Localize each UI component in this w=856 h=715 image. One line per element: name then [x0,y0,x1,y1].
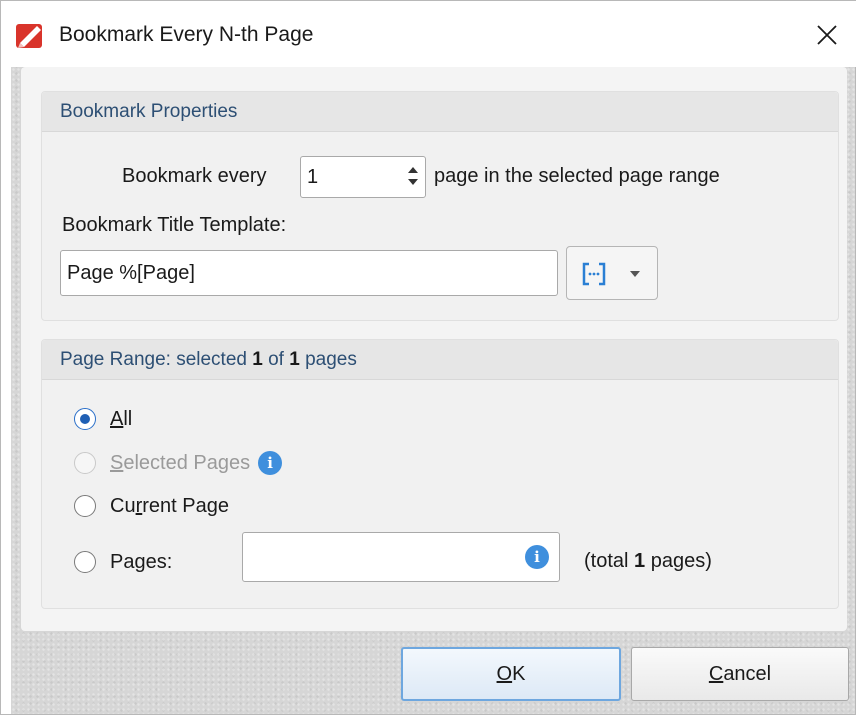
radio-current-page-indicator[interactable] [74,495,96,517]
radio-pages-indicator[interactable] [74,551,96,573]
bookmark-every-spinbox[interactable]: 1 [300,156,426,198]
dialog-client-area: Bookmark Properties Bookmark every 1 pag… [11,67,855,714]
radio-current-page[interactable]: Current Page [74,493,229,519]
spin-arrows-icon[interactable] [407,165,419,187]
title-template-value: Page %[Page] [67,262,195,284]
pdf-editor-icon [15,21,45,49]
radio-selected-pages-indicator [74,452,96,474]
page-range-header-mid: of [262,349,290,370]
info-icon[interactable]: i [258,451,283,475]
pages-input[interactable]: i [242,532,560,582]
radio-all-indicator[interactable] [74,408,96,430]
radio-all[interactable]: All [74,406,132,432]
total-pages-label: (total 1 pages) [584,550,712,572]
close-icon [817,25,837,45]
chevron-down-icon [630,271,640,277]
cancel-button[interactable]: Cancel [631,647,849,701]
title-template-label: Bookmark Title Template: [62,214,287,236]
macro-insert-icon [582,262,606,286]
bookmark-every-label: Bookmark every [122,165,267,187]
insert-macro-button[interactable] [566,246,658,300]
page-range-header-suffix: pages [299,349,357,370]
close-button[interactable] [805,15,849,55]
radio-selected-pages: Selected Pages i [74,450,283,476]
page-range-header-prefix: Page Range: selected [60,349,253,370]
radio-current-page-label: Current Page [110,495,229,517]
selected-count: 1 [252,349,263,370]
content-panel: Bookmark Properties Bookmark every 1 pag… [21,67,847,631]
radio-pages-label: Pages: [110,551,173,573]
ok-button[interactable]: OK [401,647,621,701]
radio-selected-pages-label: Selected Pages [110,452,251,474]
bookmark-properties-header: Bookmark Properties [42,92,838,132]
page-range-group: Page Range: selected 1 of 1 pages All Se… [41,339,839,609]
title-bar: Bookmark Every N-th Page [1,1,856,67]
bookmark-every-value: 1 [307,166,319,188]
info-icon[interactable]: i [525,545,549,569]
page-range-header: Page Range: selected 1 of 1 pages [42,340,838,380]
radio-pages[interactable]: Pages: [74,549,172,575]
bookmark-every-suffix: page in the selected page range [434,165,720,187]
bookmark-properties-group: Bookmark Properties Bookmark every 1 pag… [41,91,839,321]
radio-all-label: All [110,408,133,430]
dialog-title: Bookmark Every N-th Page [59,23,314,46]
total-count: 1 [289,349,300,370]
title-template-input[interactable]: Page %[Page] [60,250,558,296]
bookmark-every-nth-page-dialog: Bookmark Every N-th Page Bookmark Proper… [0,0,856,715]
